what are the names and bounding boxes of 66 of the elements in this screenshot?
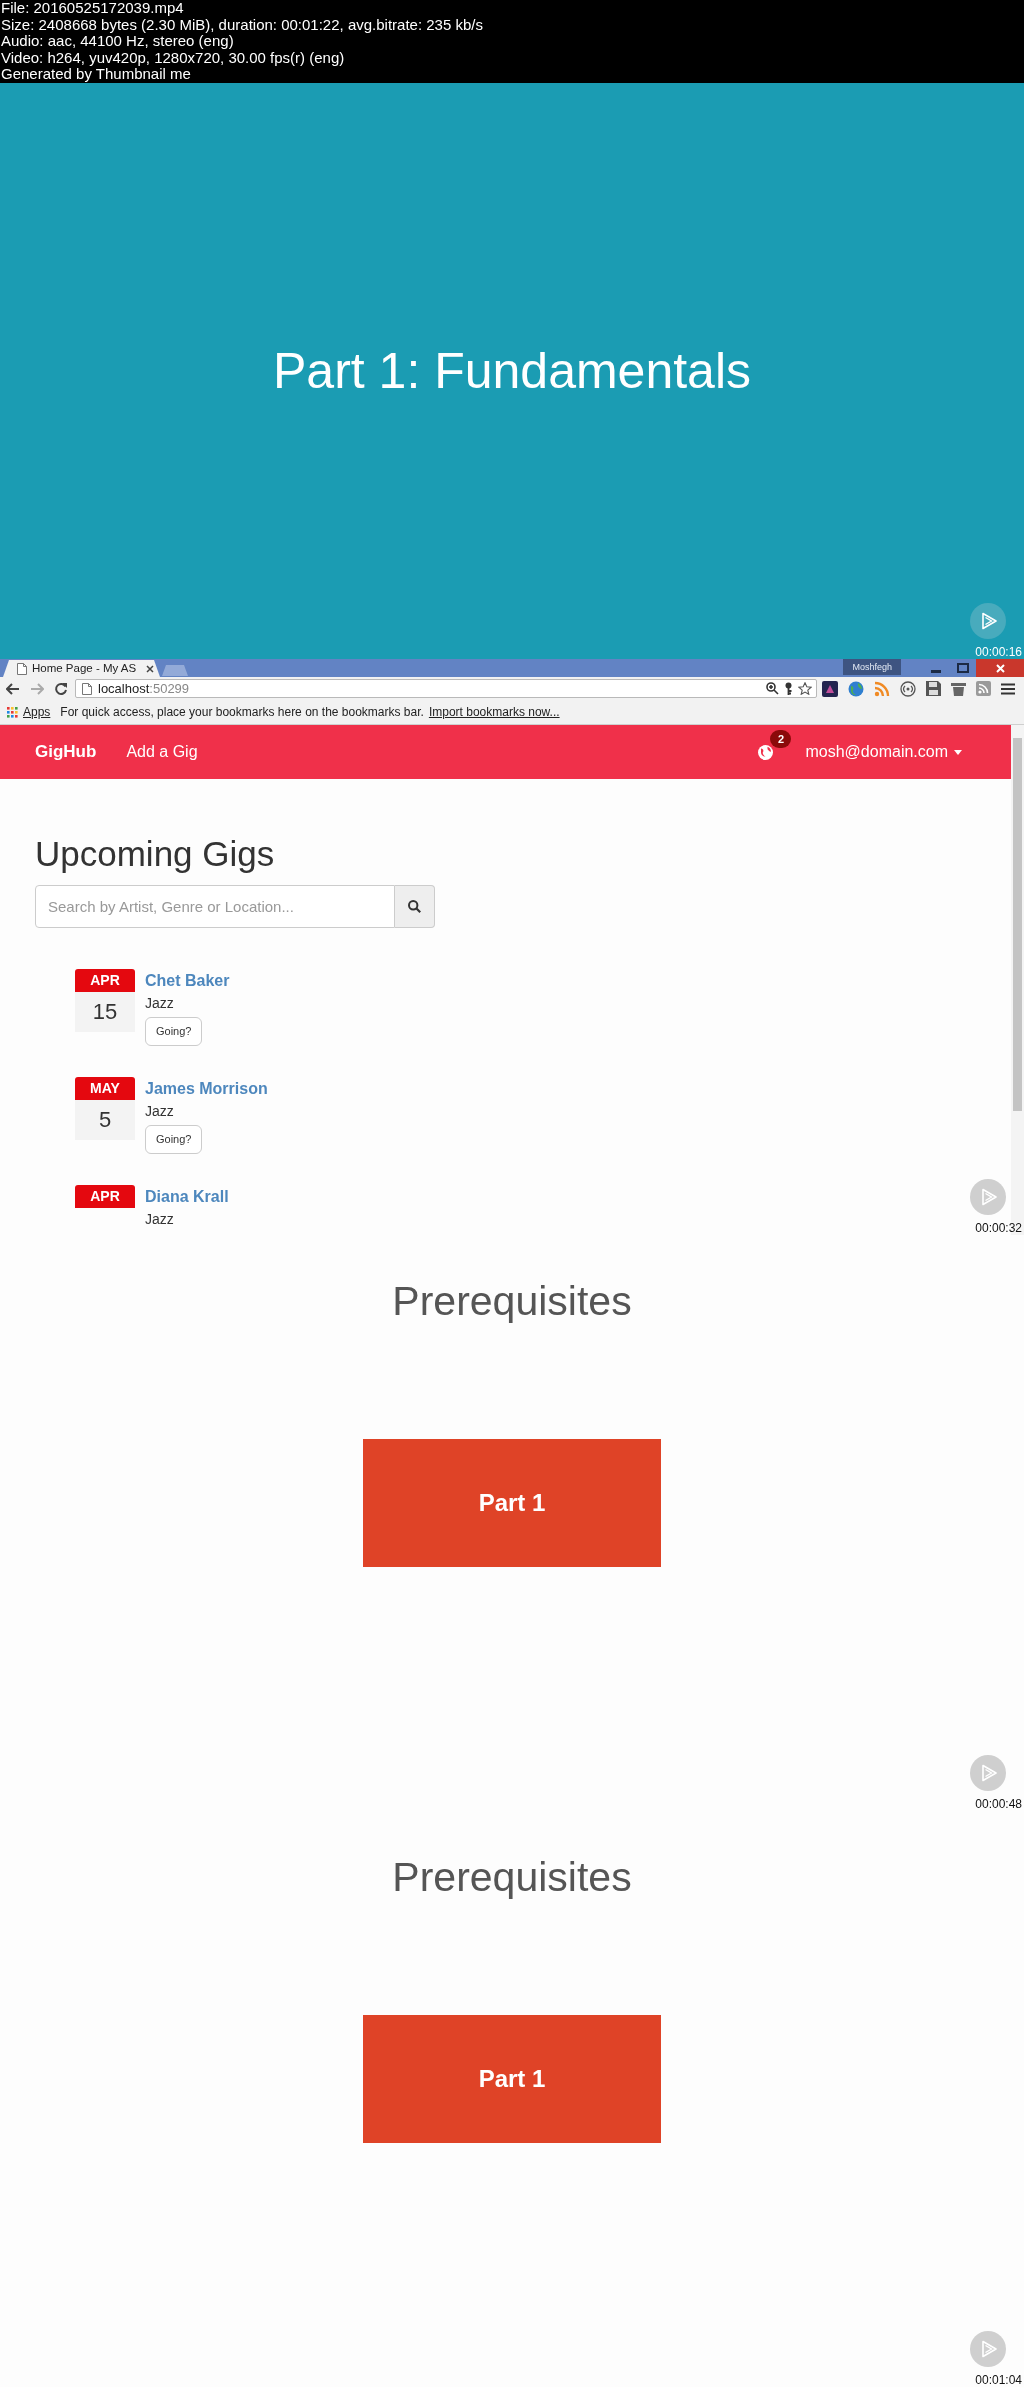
file-info-line: Size: 2408668 bytes (2.30 MiB), duration: 00:01:22, avg.bitrate: 235 kb/s (1, 16, 484, 33)
file-info-line: Audio: aac, 44100 Hz, stereo (eng) (1, 33, 235, 50)
date-day: 15 (75, 992, 135, 1032)
genre-text: Jazz (145, 1210, 174, 1229)
artist-link[interactable]: Diana Krall (145, 1185, 229, 1209)
play-icon (970, 2331, 1006, 2367)
rss-icon[interactable] (976, 681, 991, 696)
play-icon (970, 1755, 1006, 1791)
globe-icon[interactable] (848, 680, 864, 697)
reload-icon[interactable] (54, 681, 68, 696)
caret-icon (954, 749, 962, 755)
brand-link[interactable]: GigHub (35, 739, 97, 765)
user-menu[interactable]: mosh@domain.com (805, 740, 962, 764)
menu-icon[interactable] (1001, 682, 1015, 695)
file-info-line: Video: h264, yuv420p, 1280x720, 30.00 fps(r) (eng) (1, 49, 346, 66)
apps-button[interactable]: Apps (7, 703, 51, 721)
slide-title: Prerequisites (392, 1853, 632, 1902)
page-icon (82, 682, 92, 695)
back-arrow-icon[interactable] (6, 682, 20, 695)
date-month: MAY (75, 1077, 135, 1100)
date-day: 5 (75, 1100, 135, 1140)
timestamp: 00:00:48 (975, 1797, 1022, 1811)
import-bookmarks-link[interactable]: Import bookmarks now... (428, 703, 560, 721)
slide-title: Part 1: Fundamentals (273, 342, 751, 401)
page-heading: Upcoming Gigs (35, 833, 276, 875)
play-icon (970, 1179, 1006, 1215)
key-icon[interactable] (784, 682, 793, 695)
file-info-line: Generated by Thumbnail me (1, 66, 192, 83)
page-icon (17, 662, 27, 675)
part-banner: Part 1 (363, 1439, 661, 1567)
scrollbar-thumb[interactable] (1013, 738, 1022, 1111)
bin-icon[interactable] (951, 681, 966, 696)
globe-icon[interactable] (758, 744, 774, 760)
timestamp: 00:00:16 (975, 645, 1022, 659)
search-field[interactable]: Search by Artist, Genre or Location... (35, 885, 395, 928)
star-icon[interactable] (798, 682, 812, 695)
profile-badge[interactable]: Moshfegh (843, 659, 901, 675)
part-banner: Part 1 (363, 2015, 661, 2143)
date-month: APR (75, 969, 135, 992)
search-icon (408, 900, 421, 913)
bookmarks-hint: For quick access, place your bookmarks here on the bookmarks bar. (60, 704, 424, 721)
close-icon (995, 663, 1005, 673)
artist-link[interactable]: Chet Baker (145, 969, 230, 993)
grid-icon (7, 706, 18, 718)
app-tile-icon[interactable] (822, 680, 838, 697)
close-icon[interactable] (146, 664, 154, 673)
circle-icon[interactable] (900, 680, 916, 697)
browser-tab[interactable]: Home Page - My AS (3, 660, 160, 677)
going-button[interactable]: Going? (145, 1125, 203, 1154)
notification-badge: 2 (770, 729, 792, 748)
address-bar[interactable]: localhost:50299 (75, 679, 817, 698)
timestamp: 00:01:04 (975, 2373, 1022, 2387)
maximize-icon[interactable] (956, 663, 969, 673)
going-button[interactable]: Going? (145, 1017, 203, 1046)
magnifier-icon[interactable] (766, 682, 779, 695)
genre-text: Jazz (145, 994, 174, 1013)
nav-link[interactable]: Add a Gig (126, 740, 198, 764)
file-info-line: File: 20160525172039.mp4 (1, 0, 185, 17)
genre-text: Jazz (145, 1102, 174, 1121)
date-month: APR (75, 1185, 135, 1208)
artist-link[interactable]: James Morrison (145, 1077, 268, 1101)
timestamp: 00:00:32 (975, 1221, 1022, 1235)
play-icon (970, 603, 1006, 639)
search-button[interactable] (395, 885, 435, 928)
window-close-button[interactable] (976, 659, 1024, 677)
slide-title: Prerequisites (392, 1277, 632, 1326)
